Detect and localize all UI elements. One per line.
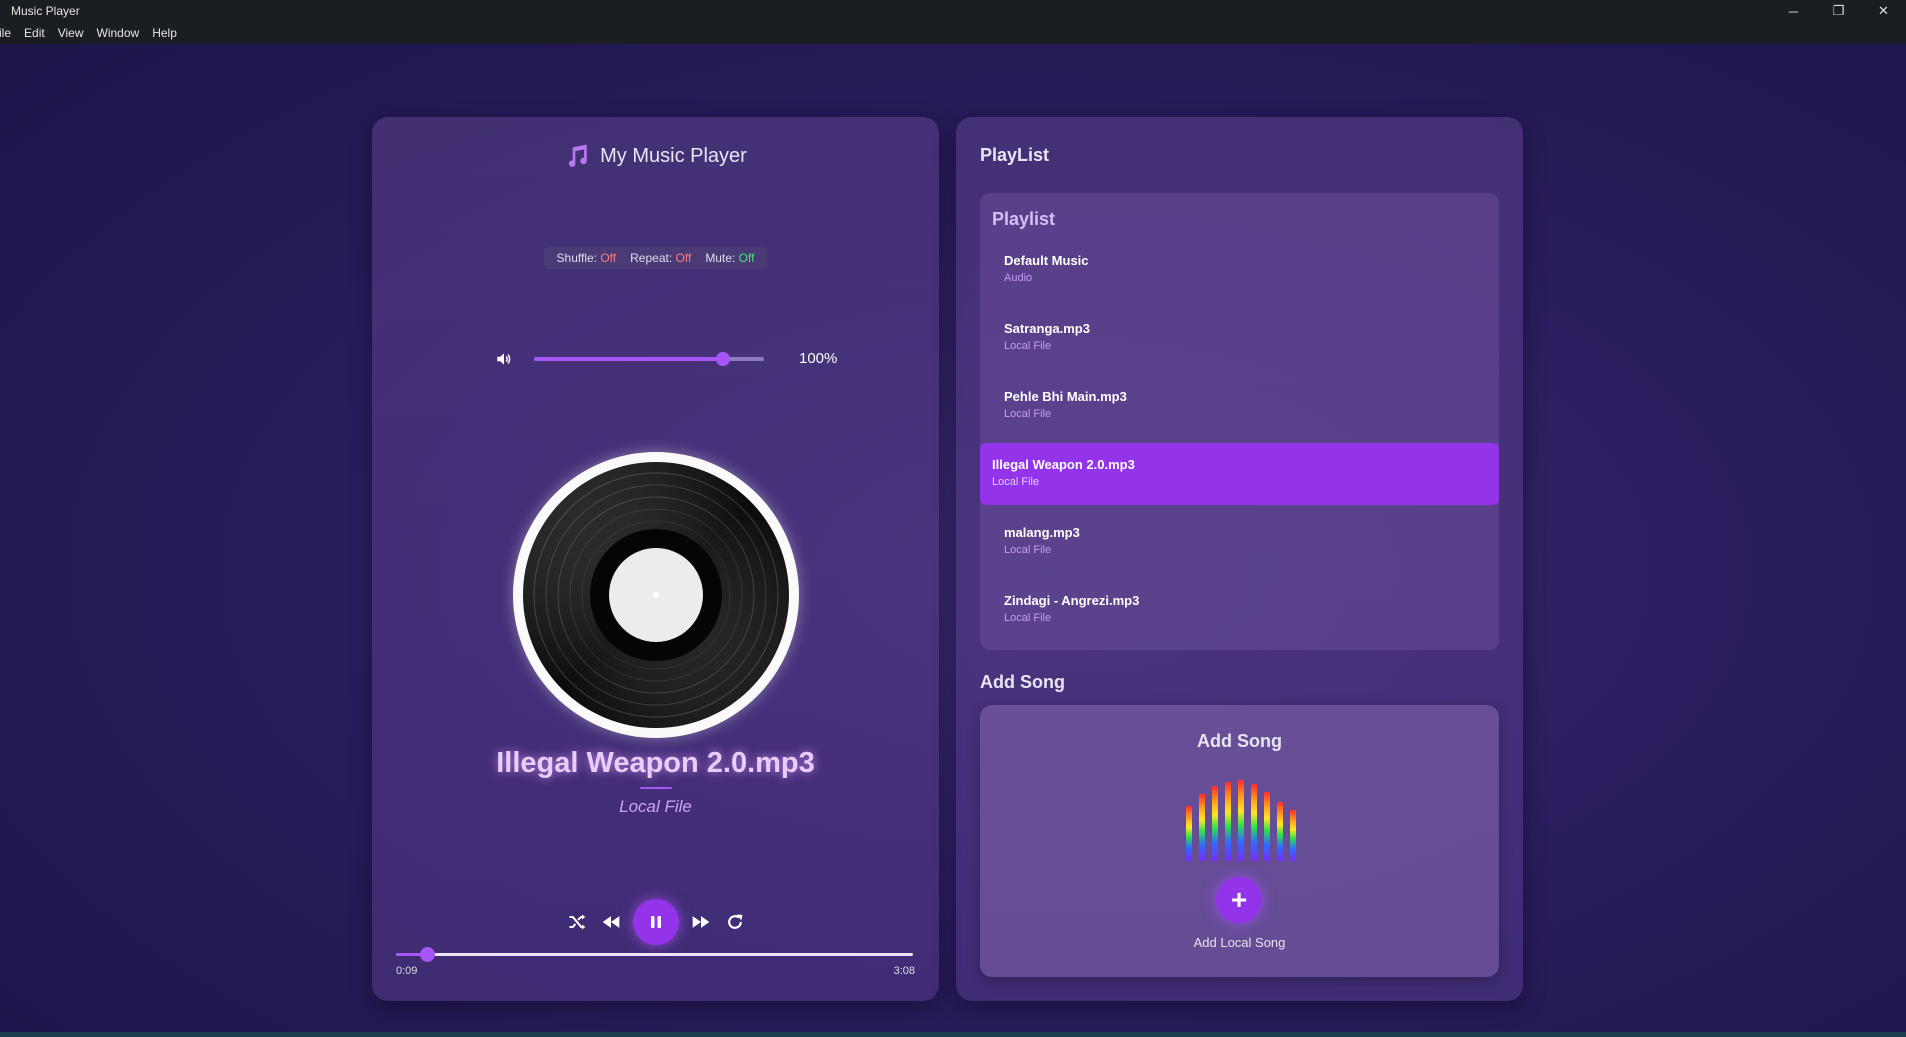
volume-slider-thumb[interactable] — [715, 352, 730, 366]
shuffle-icon — [569, 914, 585, 930]
mute-status-value: Off — [738, 251, 755, 265]
add-local-song-label[interactable]: Add Local Song — [980, 935, 1499, 950]
pause-icon — [650, 916, 661, 928]
volume-slider[interactable] — [534, 352, 764, 366]
close-button[interactable]: ✕ — [1861, 0, 1906, 22]
playlist-item-name: Illegal Weapon 2.0.mp3 — [992, 457, 1135, 472]
playlist-item[interactable]: Satranga.mp3 Local File — [1004, 321, 1484, 369]
previous-button[interactable] — [599, 910, 623, 934]
add-local-song-button[interactable]: + — [1216, 877, 1262, 923]
now-playing-title: Illegal Weapon 2.0.mp3 — [496, 747, 815, 779]
repeat-status-label: Repeat: — [630, 251, 673, 265]
shuffle-status: Shuffle: Off — [557, 251, 617, 265]
mute-status: Mute: Off — [705, 251, 754, 265]
taskbar-edge — [0, 1032, 1906, 1037]
player-header: My Music Player — [372, 143, 939, 169]
status-indicators: Shuffle: Off Repeat: Off Mute: Off — [544, 247, 767, 269]
title-bar: Music Player ─ ❐ ✕ — [0, 0, 1906, 22]
menu-bar: ile Edit View Window Help — [0, 22, 1906, 44]
playlist-item-name: Zindagi - Angrezi.mp3 — [1004, 593, 1140, 608]
menu-edit[interactable]: Edit — [24, 26, 45, 40]
shuffle-status-label: Shuffle: — [556, 251, 597, 265]
playlist-card: PlayList Playlist Default Music Audio Sa… — [956, 117, 1523, 1001]
equalizer-icon — [1186, 780, 1296, 861]
playlist-item-type: Audio — [1004, 272, 1033, 284]
shuffle-status-value: Off — [600, 251, 617, 265]
vinyl-record-icon — [523, 462, 789, 728]
restore-button[interactable]: ❐ — [1816, 0, 1861, 22]
menu-help[interactable]: Help — [152, 26, 177, 40]
window-title: Music Player — [11, 4, 80, 18]
playlist-panel: Playlist Default Music Audio Satranga.mp… — [980, 193, 1499, 650]
shuffle-button[interactable] — [565, 910, 589, 934]
playlist-title: Playlist — [992, 209, 1056, 229]
repeat-button[interactable] — [723, 910, 747, 934]
speaker-icon[interactable] — [494, 350, 514, 368]
repeat-status: Repeat: Off — [630, 251, 691, 265]
volume-control: 100% — [494, 349, 838, 369]
window-controls: ─ ❐ ✕ — [1771, 0, 1906, 22]
fast-forward-icon — [692, 916, 709, 928]
add-song-heading: Add Song — [980, 672, 1065, 692]
play-pause-button[interactable] — [632, 899, 679, 945]
playlist-item-name: malang.mp3 — [1004, 525, 1080, 540]
now-playing-source: Local File — [619, 797, 692, 816]
menu-window[interactable]: Window — [97, 26, 140, 40]
playlist-heading: PlayList — [980, 145, 1050, 165]
playlist-item[interactable]: malang.mp3 Local File — [1004, 525, 1484, 573]
progress-thumb[interactable] — [420, 947, 436, 962]
playlist-item-type: Local File — [992, 476, 1040, 488]
playlist-item-type: Local File — [1004, 612, 1052, 624]
next-button[interactable] — [689, 910, 713, 934]
music-note-icon — [569, 144, 587, 167]
playlist-item-active[interactable]: Illegal Weapon 2.0.mp3 Local File — [980, 443, 1499, 505]
playlist-item-type: Local File — [1004, 544, 1052, 556]
menu-file[interactable]: ile — [0, 26, 11, 40]
playlist-item[interactable]: Pehle Bhi Main.mp3 Local File — [1004, 389, 1484, 437]
player-card: My Music Player Shuffle: Off Repeat: Off… — [372, 117, 939, 1001]
playback-controls — [372, 899, 939, 945]
vinyl-disc — [513, 452, 799, 738]
total-duration: 3:08 — [893, 965, 915, 977]
playlist-item-type: Local File — [1004, 340, 1052, 352]
add-song-panel: Add Song + Add Local Song — [980, 705, 1499, 977]
title-underline — [640, 787, 672, 789]
menu-view[interactable]: View — [58, 26, 84, 40]
player-title: My Music Player — [600, 144, 747, 167]
playlist-item-name: Satranga.mp3 — [1004, 321, 1090, 336]
mute-status-label: Mute: — [705, 251, 736, 265]
repeat-icon — [727, 914, 742, 929]
repeat-status-value: Off — [675, 251, 692, 265]
playlist-item[interactable]: Zindagi - Angrezi.mp3 Local File — [1004, 593, 1484, 641]
playlist-item-name: Pehle Bhi Main.mp3 — [1004, 389, 1127, 404]
playlist-item-type: Local File — [1004, 408, 1052, 420]
add-song-title: Add Song — [1197, 731, 1282, 751]
playlist-item-name: Default Music — [1004, 253, 1089, 268]
rewind-icon — [602, 916, 619, 928]
volume-slider-fill — [534, 357, 723, 361]
volume-percentage: 100% — [799, 350, 838, 367]
playlist-item[interactable]: Default Music Audio — [1004, 253, 1484, 301]
progress-bar[interactable] — [396, 947, 913, 962]
current-time: 0:09 — [396, 965, 418, 977]
minimize-button[interactable]: ─ — [1771, 0, 1816, 22]
